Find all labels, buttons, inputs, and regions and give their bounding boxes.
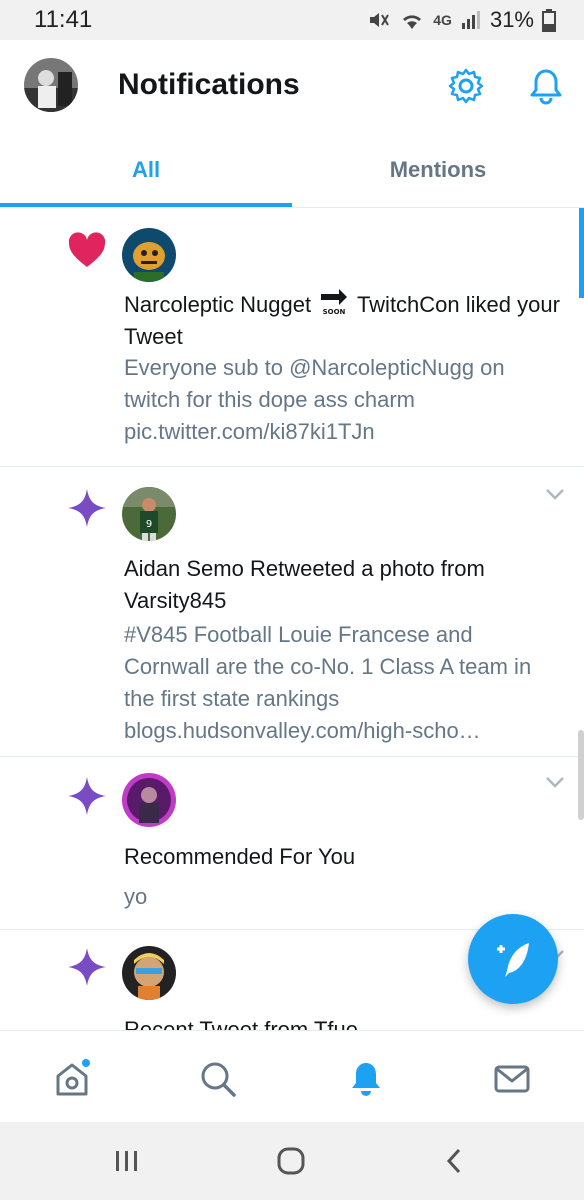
sparkle-icon [68,489,106,527]
mute-icon [370,13,390,27]
tab-bar: All Mentions [0,132,584,208]
tab-all[interactable]: All [0,132,292,208]
notification-body: #V845 Football Louie Francese and Cornwa… [124,622,532,743]
edge-panel-handle[interactable] [578,730,584,820]
signal-icon [461,11,480,29]
compose-tweet-button[interactable] [468,914,558,1004]
recent-apps-icon[interactable] [112,1146,142,1176]
svg-text:9: 9 [146,519,152,530]
chevron-down-icon[interactable] [544,483,566,505]
tab-mentions[interactable]: Mentions [292,132,584,208]
messages-envelope-icon[interactable] [492,1059,532,1099]
active-tab-indicator [0,203,292,207]
notification-author: Narcoleptic Nugget [124,292,312,317]
home-icon[interactable] [52,1059,92,1099]
back-icon[interactable] [440,1146,470,1176]
network-label: 4G [433,12,452,28]
search-icon[interactable] [198,1059,238,1099]
sparkle-icon [68,948,106,986]
notification-title: Recommended For You [124,844,356,869]
status-time: 11:41 [34,6,93,33]
status-icons: 4G 31% [367,7,556,33]
bottom-nav [0,1030,584,1122]
chevron-down-icon[interactable] [544,771,566,793]
bell-icon[interactable] [526,66,566,106]
notification-body: yo [124,884,148,909]
page-title: Notifications [118,68,300,101]
settings-gear-icon[interactable] [446,66,486,106]
notification-item[interactable]: Narcoleptic Nugget SOON TwitchCon liked … [0,208,584,467]
notification-item[interactable]: 9 Aidan Semo Retweeted a photo from Vars… [0,467,584,757]
avatar[interactable]: 9 [122,487,176,541]
battery-percent: 31% [489,7,534,32]
notification-body: Everyone sub to @NarcolepticNugg on twit… [124,355,505,444]
notification-item[interactable]: Recommended For You yo [0,757,584,930]
profile-avatar[interactable] [24,58,78,112]
unread-dot [82,1059,90,1067]
soon-label: SOON [323,308,346,316]
status-bar: 11:41 4G 31% [0,0,584,40]
avatar[interactable] [122,946,176,1000]
wifi-icon [403,15,422,29]
notifications-feed[interactable]: Narcoleptic Nugget SOON TwitchCon liked … [0,208,584,1030]
avatar[interactable] [122,228,176,282]
app-header: Notifications [0,40,584,132]
compose-feather-icon [497,943,529,977]
battery-icon [542,9,556,32]
home-button-icon[interactable] [276,1146,306,1176]
notification-title: Aidan Semo Retweeted a photo from Varsit… [124,556,485,613]
soon-arrow-icon: SOON [321,289,348,316]
notification-title: Recent Tweet from Tfue [124,1017,358,1030]
heart-icon [68,232,106,267]
avatar[interactable] [122,773,176,827]
notification-title: Narcoleptic Nugget SOON TwitchCon liked … [124,286,564,353]
sparkle-icon [68,777,106,815]
notifications-bell-icon[interactable] [346,1059,386,1099]
system-nav-bar [0,1122,584,1200]
